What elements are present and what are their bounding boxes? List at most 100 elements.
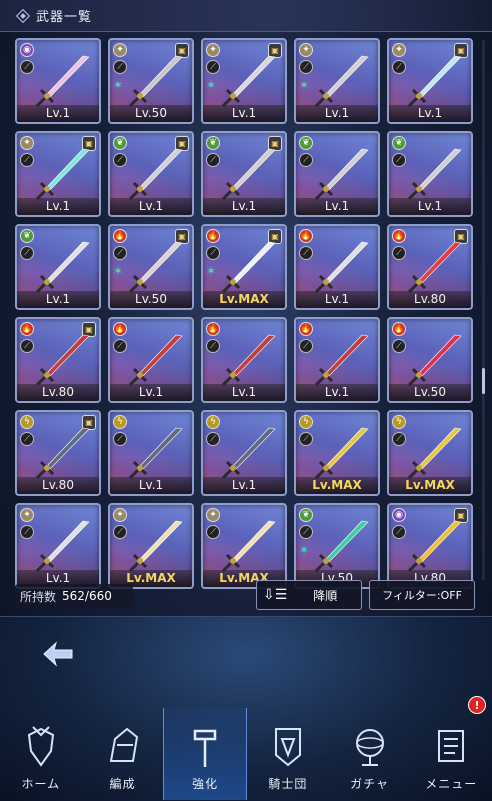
page-header: 武器一覧 xyxy=(0,0,492,32)
weapon-card[interactable]: ✦ ⟋ Lv.MAX xyxy=(201,503,287,589)
weapon-card[interactable]: ϟ ⟋ Lv.MAX xyxy=(294,410,380,496)
weapon-card[interactable]: ❦ ⟋ Lv.1 xyxy=(15,224,101,310)
weapon-card[interactable]: 🔥 ⟋ ✶ ▣ Lv.50 xyxy=(108,224,194,310)
nav-item-0[interactable]: ホーム xyxy=(0,708,82,800)
weapon-level: Lv.1 xyxy=(296,291,378,308)
weapon-image xyxy=(128,334,183,387)
weapon-level: Lv.80 xyxy=(17,384,99,401)
weapon-card[interactable]: 🔥 ⟋ ▣ Lv.80 xyxy=(15,317,101,403)
weapon-level: Lv.1 xyxy=(389,105,471,122)
sort-order-label: 降順 xyxy=(313,588,338,603)
nav-item-1[interactable]: 編成 xyxy=(82,708,164,800)
star-gem-icon: ✶ xyxy=(299,78,310,92)
weapon-level: Lv.1 xyxy=(296,105,378,122)
star-gem-icon: ✶ xyxy=(206,264,217,278)
bottom-nav: ホーム 編成 強化 騎士団 ガチャ メニュー! xyxy=(0,696,492,800)
star-gem-icon: ✶ xyxy=(206,78,217,92)
weapon-image xyxy=(35,334,90,387)
weapon-level: Lv.MAX xyxy=(203,291,285,308)
scrollbar-thumb[interactable] xyxy=(482,368,485,394)
weapon-image xyxy=(407,427,462,480)
weapon-image xyxy=(314,427,369,480)
weapon-level: Lv.1 xyxy=(17,105,99,122)
weapon-level: Lv.1 xyxy=(203,477,285,494)
weapon-card[interactable]: ✦ ⟋ Lv.1 xyxy=(15,503,101,589)
weapon-card[interactable]: ϟ ⟋ Lv.MAX xyxy=(387,410,473,496)
weapon-card[interactable]: ✦ ⟋ ▣ Lv.1 xyxy=(387,38,473,124)
inventory-value: 562/660 xyxy=(62,589,112,603)
weapon-image xyxy=(314,520,369,573)
weapon-image xyxy=(128,241,183,294)
sort-order-button[interactable]: ⇩☰ 降順 xyxy=(256,580,362,610)
sort-descending-icon: ⇩☰ xyxy=(263,587,288,603)
weapon-card[interactable]: ✦ ⟋ ▣ Lv.1 xyxy=(15,131,101,217)
back-arrow-icon xyxy=(43,641,73,667)
weapon-image xyxy=(128,427,183,480)
weapon-card[interactable]: ❦ ⟋ ▣ Lv.1 xyxy=(201,131,287,217)
nav-item-label: 強化 xyxy=(192,777,219,791)
weapon-image xyxy=(407,148,462,201)
weapon-level: Lv.50 xyxy=(389,384,471,401)
weapon-card[interactable]: ✦ ⟋ ✶ ▣ Lv.1 xyxy=(201,38,287,124)
weapon-level: Lv.1 xyxy=(296,198,378,215)
weapon-level: Lv.1 xyxy=(110,384,192,401)
weapon-card[interactable]: ❦ ⟋ ▣ Lv.1 xyxy=(108,131,194,217)
weapon-image xyxy=(221,241,276,294)
weapon-card[interactable]: ❦ ⟋ ✶ Lv.50 xyxy=(294,503,380,589)
nav-item-5[interactable]: メニュー! xyxy=(410,696,492,800)
menu-scroll-icon xyxy=(438,730,465,762)
weapon-card[interactable]: 🔥 ⟋ ▣ Lv.80 xyxy=(387,224,473,310)
weapon-level: Lv.50 xyxy=(110,105,192,122)
weapon-image xyxy=(128,148,183,201)
weapon-level: Lv.1 xyxy=(17,291,99,308)
weapon-level: Lv.1 xyxy=(110,198,192,215)
banner-shield-icon xyxy=(274,728,301,767)
weapon-card[interactable]: ϟ ⟋ ▣ Lv.80 xyxy=(15,410,101,496)
weapon-card[interactable]: 🔥 ⟋ Lv.1 xyxy=(201,317,287,403)
weapon-card[interactable]: ❦ ⟋ Lv.1 xyxy=(387,131,473,217)
weapon-image xyxy=(314,241,369,294)
scrollbar-track[interactable] xyxy=(482,40,485,580)
weapon-card[interactable]: ϟ ⟋ Lv.1 xyxy=(108,410,194,496)
nav-item-2[interactable]: 強化 xyxy=(163,708,248,800)
weapon-image xyxy=(407,334,462,387)
weapon-image xyxy=(314,148,369,201)
weapon-card[interactable]: ✦ ⟋ Lv.MAX xyxy=(108,503,194,589)
weapon-card[interactable]: 🔥 ⟋ Lv.1 xyxy=(108,317,194,403)
nav-item-3[interactable]: 騎士団 xyxy=(247,708,329,800)
weapon-level: Lv.MAX xyxy=(389,477,471,494)
nav-item-label: ガチャ xyxy=(350,777,389,791)
weapon-card[interactable]: 🔥 ⟋ Lv.1 xyxy=(294,224,380,310)
weapon-card[interactable]: ϟ ⟋ Lv.1 xyxy=(201,410,287,496)
hammer-icon xyxy=(193,729,217,767)
filter-label: フィルター:OFF xyxy=(382,589,462,602)
weapon-image xyxy=(407,55,462,108)
weapon-card[interactable]: 🔥 ⟋ ✶ ▣ Lv.MAX xyxy=(201,224,287,310)
weapon-level: Lv.1 xyxy=(17,198,99,215)
weapon-grid: ◉ ⟋ Lv.1 ✦ ⟋ ✶ ▣ Lv.50 ✦ ⟋ ✶ ▣ Lv.1 ✦ ⟋ ✶ Lv.1 ✦ ⟋ ▣ Lv.1 ✦ ⟋ ▣… xyxy=(15,38,475,589)
weapon-card[interactable]: ◉ ⟋ ▣ Lv.80 xyxy=(387,503,473,589)
weapon-card[interactable]: 🔥 ⟋ Lv.1 xyxy=(294,317,380,403)
weapon-image xyxy=(221,55,276,108)
weapon-image xyxy=(35,55,90,108)
back-button[interactable] xyxy=(36,636,80,672)
weapon-image xyxy=(221,148,276,201)
weapon-level: Lv.1 xyxy=(203,105,285,122)
notification-badge: ! xyxy=(468,696,487,714)
armillary-sphere-icon xyxy=(355,729,384,766)
diamond-icon xyxy=(15,8,31,23)
weapon-card[interactable]: ◉ ⟋ Lv.1 xyxy=(15,38,101,124)
knight-helmet-icon xyxy=(109,727,138,762)
weapon-image xyxy=(221,520,276,573)
weapon-card[interactable]: 🔥 ⟋ Lv.50 xyxy=(387,317,473,403)
filter-button[interactable]: フィルター:OFF xyxy=(369,580,475,610)
nav-item-4[interactable]: ガチャ xyxy=(329,708,411,800)
weapon-image xyxy=(35,520,90,573)
star-gem-icon: ✶ xyxy=(299,543,310,557)
star-gem-icon: ✶ xyxy=(113,264,124,278)
weapon-card[interactable]: ✦ ⟋ ✶ ▣ Lv.50 xyxy=(108,38,194,124)
weapon-card[interactable]: ❦ ⟋ Lv.1 xyxy=(294,131,380,217)
nav-item-label: 騎士団 xyxy=(268,777,308,791)
weapon-image xyxy=(314,334,369,387)
weapon-card[interactable]: ✦ ⟋ ✶ Lv.1 xyxy=(294,38,380,124)
